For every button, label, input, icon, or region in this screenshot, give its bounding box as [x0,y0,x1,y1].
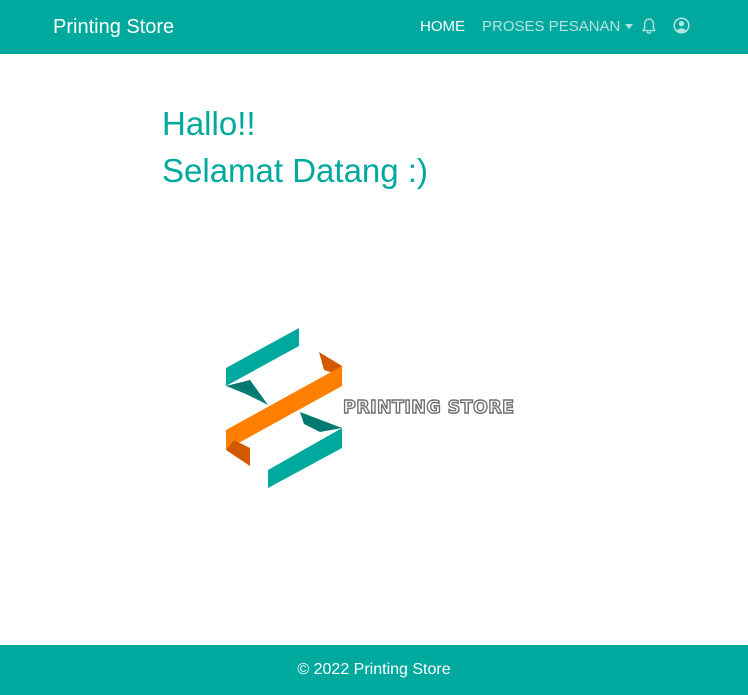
logo-lower-teal-fold [300,412,342,432]
logo-wordmark: PRINTING STORE [342,397,515,418]
logo-orange-ribbon [226,366,342,450]
bell-icon[interactable] [641,18,657,35]
user-circle-icon[interactable] [673,17,690,34]
greeting-line-2: Selamat Datang :) [162,152,428,189]
page-footer: © 2022 Printing Store [0,645,748,695]
nav-dropdown-proses-pesanan[interactable]: PROSES PESANAN [482,18,634,36]
welcome-heading: Hallo!! Selamat Datang :) [162,100,428,194]
caret-down-icon [625,23,634,29]
top-navbar: Printing Store HOME PROSES PESANAN [0,0,748,54]
logo-upper-teal-ribbon [226,328,299,386]
footer-copyright: © 2022 Printing Store [297,661,451,678]
nav-link-home[interactable]: HOME [420,18,465,36]
logo-lower-teal-ribbon [268,428,342,488]
greeting-line-1: Hallo!! [162,105,256,142]
navbar-brand[interactable]: Printing Store [53,15,174,39]
nav-dropdown-label: PROSES PESANAN [482,18,621,35]
